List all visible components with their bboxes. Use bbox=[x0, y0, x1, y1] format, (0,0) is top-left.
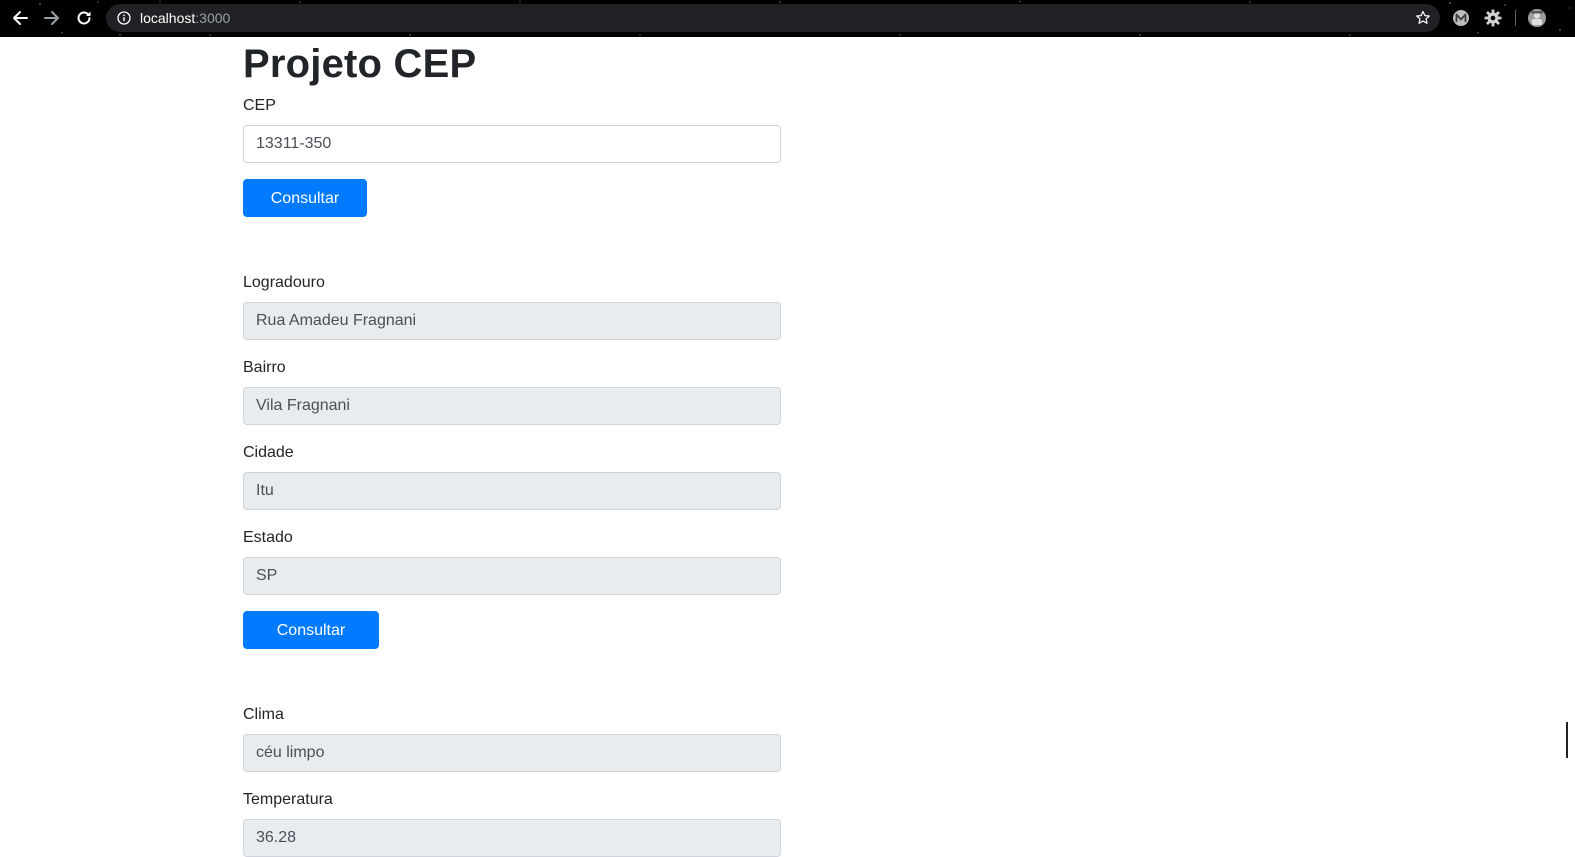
logradouro-field[interactable] bbox=[243, 302, 781, 340]
consult-clima-row: Consultar Clima bbox=[243, 611, 781, 678]
gear-extension-icon[interactable] bbox=[1483, 8, 1503, 28]
temperatura-label: Temperatura bbox=[243, 791, 333, 808]
bairro-label: Bairro bbox=[243, 359, 286, 376]
star-icon[interactable] bbox=[1415, 10, 1431, 26]
url-text[interactable]: localhost:3000 bbox=[140, 10, 230, 26]
main-container: Projeto CEP CEP Consultar CEP Logradouro… bbox=[243, 37, 781, 857]
browser-toolbar: localhost:3000 bbox=[0, 0, 1575, 37]
consult-cep-row: Consultar CEP bbox=[243, 179, 781, 246]
page-title: Projeto CEP bbox=[243, 42, 477, 86]
cep-label: CEP bbox=[243, 97, 276, 114]
forward-button[interactable] bbox=[40, 6, 64, 30]
clima-group: Clima bbox=[243, 705, 781, 772]
estado-label: Estado bbox=[243, 529, 293, 546]
consult-clima-button[interactable]: Consultar Clima bbox=[243, 611, 379, 677]
cidade-group: Cidade bbox=[243, 443, 781, 510]
cep-input[interactable] bbox=[243, 125, 781, 163]
reload-icon bbox=[77, 11, 91, 25]
m-extension-icon[interactable] bbox=[1451, 8, 1471, 28]
profile-extension-icon[interactable] bbox=[1527, 8, 1547, 28]
forward-arrow-icon bbox=[44, 11, 59, 25]
estado-field[interactable] bbox=[243, 557, 781, 595]
clima-field[interactable] bbox=[243, 734, 781, 772]
toolbar-separator bbox=[1515, 10, 1516, 26]
info-icon[interactable] bbox=[117, 11, 131, 25]
bairro-field[interactable] bbox=[243, 387, 781, 425]
bairro-group: Bairro bbox=[243, 358, 781, 425]
url-port: :3000 bbox=[195, 10, 231, 26]
temperatura-group: Temperatura bbox=[243, 790, 781, 857]
reload-button[interactable] bbox=[72, 6, 96, 30]
clima-label: Clima bbox=[243, 706, 284, 723]
estado-group: Estado bbox=[243, 528, 781, 595]
logradouro-label: Logradouro bbox=[243, 274, 325, 291]
cep-group: CEP bbox=[243, 96, 781, 163]
address-bar[interactable]: localhost:3000 bbox=[106, 4, 1440, 32]
url-host: localhost bbox=[140, 10, 196, 26]
cidade-field[interactable] bbox=[243, 472, 781, 510]
back-button[interactable] bbox=[8, 6, 32, 30]
consult-cep-button[interactable]: Consultar CEP bbox=[243, 179, 367, 245]
cidade-label: Cidade bbox=[243, 444, 294, 461]
scrollbar-edge[interactable] bbox=[1566, 722, 1568, 758]
back-arrow-icon bbox=[13, 11, 28, 25]
logradouro-group: Logradouro bbox=[243, 273, 781, 340]
